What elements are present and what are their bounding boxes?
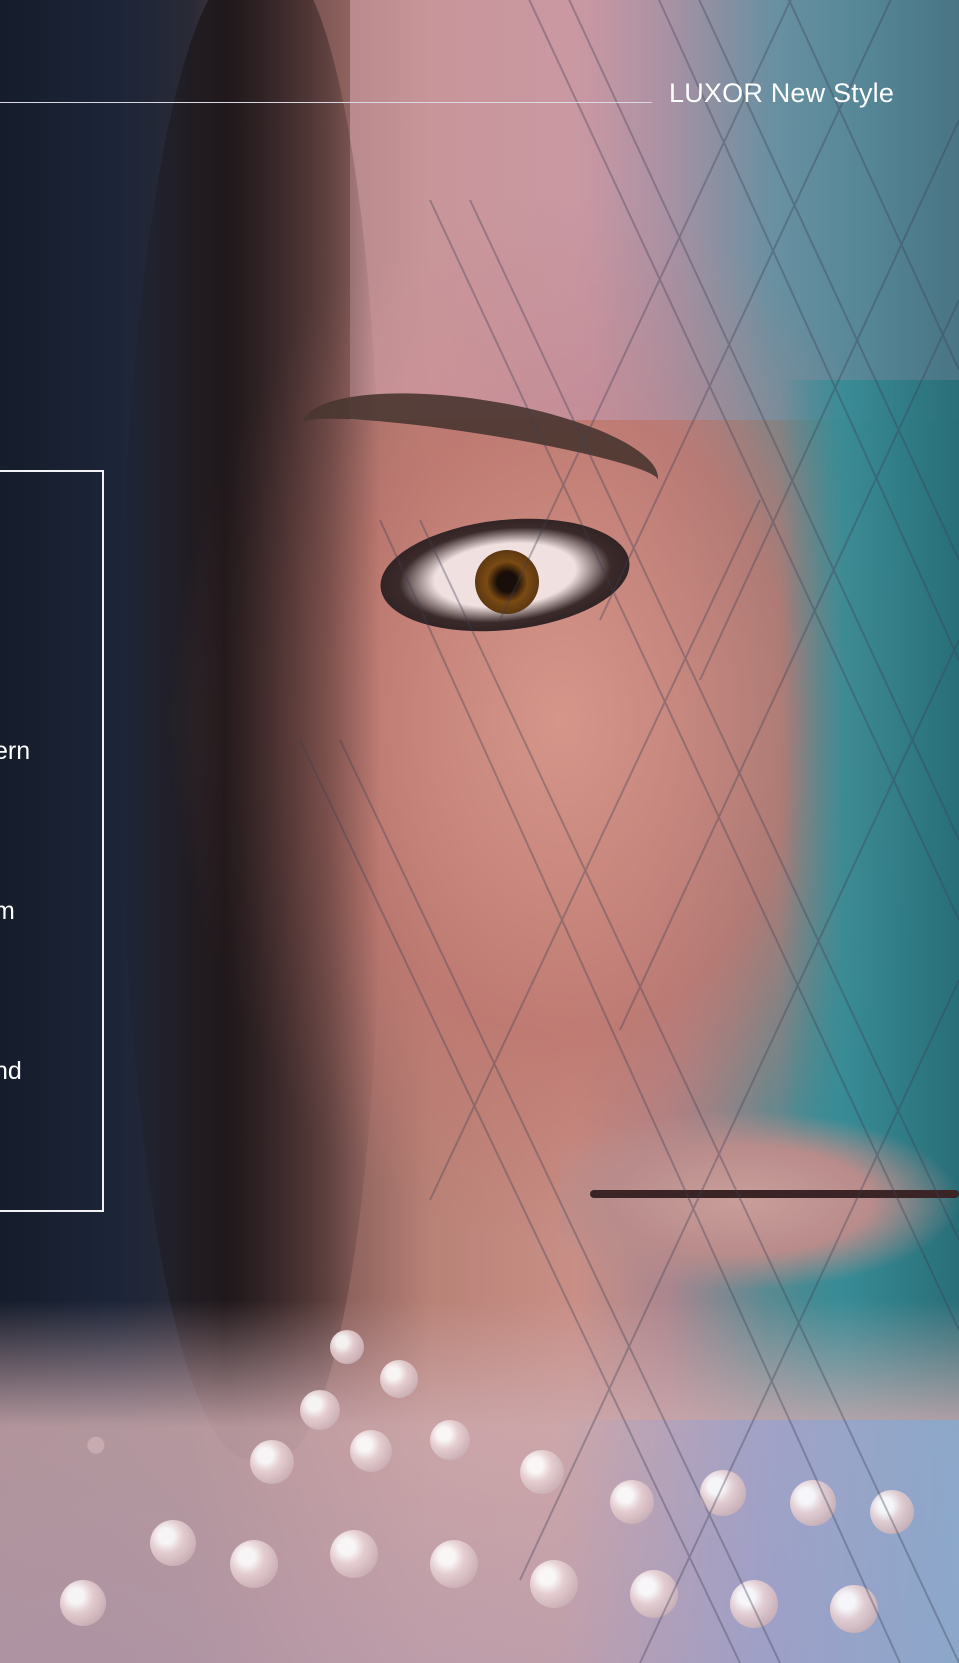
- panel-text-fragment: ı: [0, 1024, 1, 1055]
- text-panel-frame: ern m ı nd: [0, 470, 104, 1212]
- page-title: LUXOR New Style: [669, 78, 895, 108]
- header-divider: [0, 102, 652, 103]
- panel-text-fragment: ern: [0, 737, 31, 765]
- panel-text-fragment: m: [0, 897, 15, 925]
- hero-image: [0, 0, 959, 1663]
- x-monogram-pattern: [299, 0, 959, 1663]
- panel-text-fragment: nd: [0, 1057, 22, 1085]
